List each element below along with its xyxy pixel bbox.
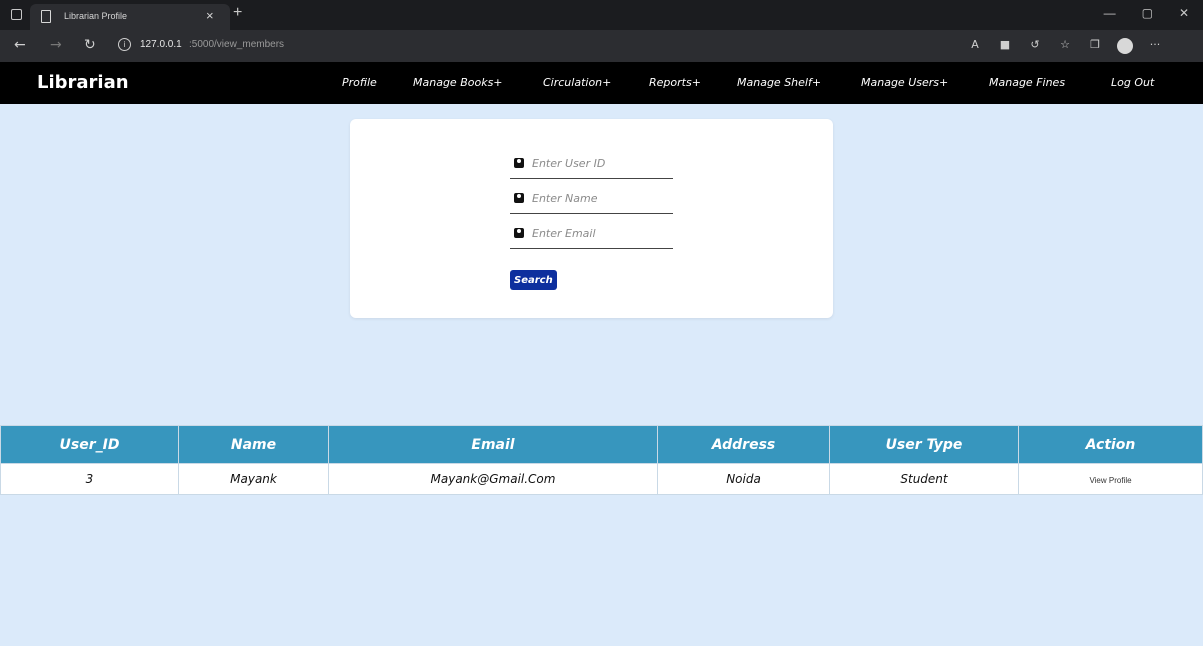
user-icon xyxy=(514,158,524,168)
header-email: Email xyxy=(328,425,658,464)
nav-profile[interactable]: Profile xyxy=(342,76,377,89)
refresh-extension-icon[interactable]: ↺ xyxy=(1020,38,1050,54)
name-input[interactable] xyxy=(532,189,670,207)
nav-reports[interactable]: Reports+ xyxy=(649,76,701,89)
cell-user-id: 3 xyxy=(0,463,179,495)
email-input[interactable] xyxy=(532,224,670,242)
search-button[interactable]: Search xyxy=(510,270,557,290)
nav-log-out[interactable]: Log Out xyxy=(1111,76,1154,89)
user-id-field xyxy=(510,153,673,179)
favorites-icon[interactable]: ☆ xyxy=(1050,38,1080,54)
forward-icon[interactable]: → xyxy=(50,37,62,53)
reload-icon[interactable]: ↻ xyxy=(84,37,96,53)
url-field[interactable]: i 127.0.0.1 :5000/view_members xyxy=(110,35,980,57)
tab-title: Librarian Profile xyxy=(64,11,128,21)
brand-title: Librarian xyxy=(37,72,129,93)
cell-user-type: Student xyxy=(829,463,1019,495)
url-path: :5000/view_members xyxy=(189,39,285,50)
user-icon xyxy=(514,228,524,238)
table-header-row: User_ID Name Email Address User Type Act… xyxy=(0,425,1203,464)
back-icon[interactable]: ← xyxy=(14,37,26,53)
cell-email: Mayank@Gmail.Com xyxy=(328,463,658,495)
collections-icon[interactable]: ❐ xyxy=(1080,38,1110,54)
members-table: User_ID Name Email Address User Type Act… xyxy=(0,425,1203,495)
site-navbar: Librarian Profile Manage Books+ Circulat… xyxy=(0,62,1203,104)
header-name: Name xyxy=(178,425,329,464)
close-window-icon[interactable]: ✕ xyxy=(1179,6,1189,20)
header-user-type: User Type xyxy=(829,425,1019,464)
view-profile-link[interactable]: View Profile xyxy=(1089,476,1131,485)
browser-tab-bar: Librarian Profile × + — ▢ ✕ xyxy=(0,0,1203,30)
cell-address: Noida xyxy=(657,463,830,495)
nav-manage-books[interactable]: Manage Books+ xyxy=(413,76,503,89)
browser-address-bar: ← → ↻ i 127.0.0.1 :5000/view_members A ■… xyxy=(0,30,1203,62)
tab-close-icon[interactable]: × xyxy=(206,8,214,23)
page-icon xyxy=(41,10,51,23)
maximize-icon[interactable]: ▢ xyxy=(1142,6,1153,20)
window-menu-icon[interactable] xyxy=(11,9,22,20)
profile-avatar[interactable] xyxy=(1110,38,1140,54)
header-address: Address xyxy=(657,425,830,464)
browser-toolbar: A ■ ↺ ☆ ❐ ··· xyxy=(960,38,1170,54)
name-field xyxy=(510,188,673,214)
more-options-icon[interactable]: ··· xyxy=(1140,38,1170,54)
search-card: Search xyxy=(350,119,833,318)
window-controls: — ▢ ✕ xyxy=(1104,6,1189,20)
browser-tab[interactable]: Librarian Profile × xyxy=(30,4,230,30)
cell-action: View Profile xyxy=(1018,463,1203,495)
table-row: 3 Mayank Mayank@Gmail.Com Noida Student … xyxy=(0,463,1203,495)
new-tab-icon[interactable]: + xyxy=(233,4,242,22)
nav-circulation[interactable]: Circulation+ xyxy=(543,76,611,89)
extension-icon[interactable]: ■ xyxy=(990,38,1020,54)
header-action: Action xyxy=(1018,425,1203,464)
header-user-id: User_ID xyxy=(0,425,179,464)
user-icon xyxy=(514,193,524,203)
url-host: 127.0.0.1 xyxy=(140,39,182,50)
user-id-input[interactable] xyxy=(532,154,670,172)
minimize-icon[interactable]: — xyxy=(1104,6,1116,20)
nav-manage-fines[interactable]: Manage Fines xyxy=(989,76,1065,89)
nav-manage-shelf[interactable]: Manage Shelf+ xyxy=(737,76,821,89)
nav-manage-users[interactable]: Manage Users+ xyxy=(861,76,948,89)
read-aloud-icon[interactable]: A xyxy=(960,38,990,54)
info-icon[interactable]: i xyxy=(118,38,131,51)
cell-name: Mayank xyxy=(178,463,329,495)
email-field xyxy=(510,223,673,249)
